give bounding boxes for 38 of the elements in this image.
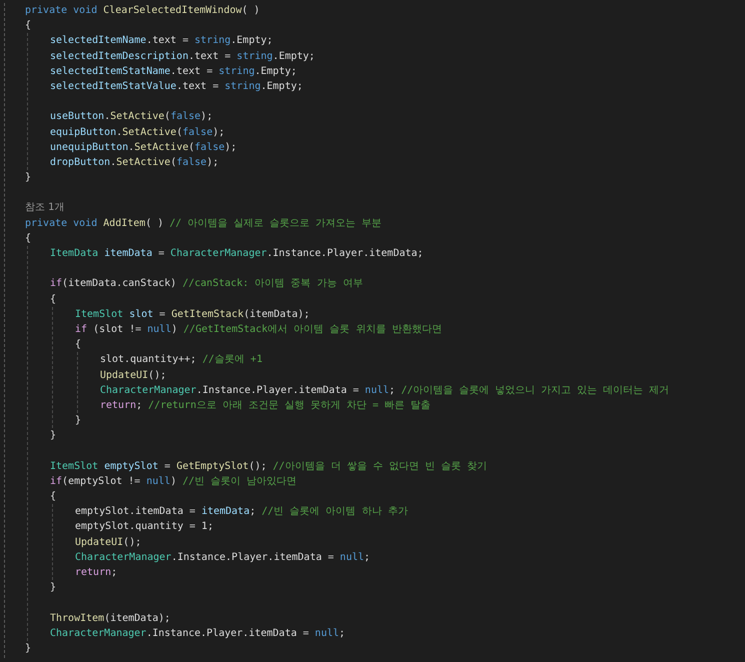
code-line: ItemSlot emptySlot = GetEmptySlot(); //아이템을 더 쌓을 수 없다면 빈 슬롯 찾기: [50, 460, 487, 474]
code-line: }: [25, 171, 32, 186]
code-line: {: [50, 292, 56, 307]
code-line: 참조 1개: [25, 201, 65, 216]
code-line: selectedItemName.text = string.Empty;: [50, 34, 273, 48]
code-line: }: [75, 414, 82, 428]
code-line: UpdateUI();: [100, 368, 166, 382]
code-line: selectedItemStatName.text = string.Empty;: [50, 64, 297, 79]
code-line: emptySlot.itemData = itemData; //빈 슬롯에 아이템 하나 추가: [75, 505, 408, 520]
code-line: slot.quantity++; //슬롯에 +1: [100, 353, 262, 368]
code-line: ThrowItem(itemData);: [50, 612, 170, 626]
code-line: equipButton.SetActive(false);: [50, 126, 225, 140]
code-line: return; //return으로 아래 조건문 실행 못하게 차단 = 빠른 탈출: [100, 398, 431, 413]
code-line: selectedItemStatValue.text = string.Empty;: [50, 80, 303, 94]
code-line: }: [50, 581, 56, 596]
code-line: ItemData itemData = CharacterManager.Instance.Player.itemData;: [50, 247, 424, 261]
code-line: useButton.SetActive(false);: [50, 110, 213, 124]
code-line: return;: [75, 566, 118, 580]
code-line: {: [75, 338, 82, 352]
code-line: if(emptySlot != null) //빈 슬롯이 남아있다면: [50, 474, 297, 489]
code-line: CharacterManager.Instance.Player.itemData = null;: [75, 550, 370, 565]
code-line: if (slot != null) //GetItemStack에서 아이템 슬롯 위치를 반환했다면: [75, 322, 442, 337]
code-line: {: [25, 232, 32, 246]
code-line: emptySlot.quantity = 1;: [75, 520, 214, 534]
code-line: {: [50, 490, 56, 504]
code-line: private void AddItem( ) // 아이템을 실제로 슬롯으로 가져오는 부분: [25, 216, 382, 231]
code-line: if(itemData.canStack) //canStack: 아이템 중복 가능 여부: [50, 277, 363, 292]
code-line: }: [50, 429, 56, 444]
code-line: dropButton.SetActive(false);: [50, 156, 219, 170]
code-line: unequipButton.SetActive(false);: [50, 140, 237, 155]
code-line: UpdateUI();: [75, 536, 142, 550]
code-line: private void ClearSelectedItemWindow( ): [25, 4, 260, 18]
code-line: {: [25, 19, 32, 34]
code-line: selectedItemDescription.text = string.Empty;: [50, 50, 315, 64]
code-line: CharacterManager.Instance.Player.itemData = null; //아이템을 슬롯에 넣었으니 가지고 있는 데이터는 제거: [100, 384, 670, 398]
code-line: ItemSlot slot = GetItemStack(itemData);: [75, 308, 310, 322]
code-line: }: [25, 642, 32, 656]
code-line: CharacterManager.Instance.Player.itemData = null;: [50, 626, 346, 641]
